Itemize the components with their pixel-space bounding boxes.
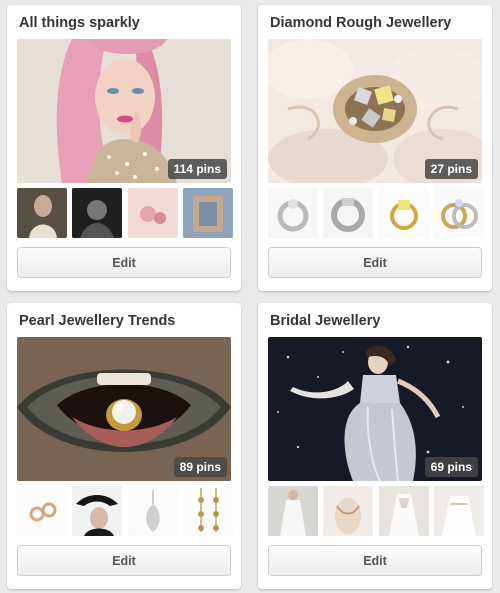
thumbnail-image[interactable]	[17, 486, 67, 536]
edit-board-button[interactable]: Edit	[268, 545, 482, 576]
board-cover-image[interactable]: 89 pins	[17, 337, 231, 481]
board-title[interactable]: All things sparkly	[19, 15, 140, 31]
thumbnail-image[interactable]	[268, 486, 318, 536]
board-cover-image[interactable]: 114 pins	[17, 39, 231, 183]
thumbnail-image[interactable]	[379, 188, 429, 238]
pin-count-badge: 27 pins	[424, 159, 478, 179]
thumbnail-image[interactable]	[183, 188, 233, 238]
board-card-bridal-jewellery[interactable]: Bridal Jewellery 69 pins Edit	[258, 303, 492, 589]
board-title[interactable]: Diamond Rough Jewellery	[270, 15, 451, 31]
board-card-all-things-sparkly[interactable]: All things sparkly 114 pins Edit	[7, 5, 241, 291]
thumbnail-image[interactable]	[17, 188, 67, 238]
board-card-diamond-rough-jewellery[interactable]: Diamond Rough Jewellery 27 pins Edit	[258, 5, 492, 291]
edit-board-button[interactable]: Edit	[17, 545, 231, 576]
thumbnail-image[interactable]	[434, 486, 484, 536]
board-cover-image[interactable]: 27 pins	[268, 39, 482, 183]
pin-count-badge: 69 pins	[424, 457, 478, 477]
thumbnail-row	[17, 486, 233, 538]
thumbnail-image[interactable]	[183, 486, 233, 536]
thumbnail-image[interactable]	[379, 486, 429, 536]
thumbnail-image[interactable]	[323, 486, 373, 536]
thumbnail-image[interactable]	[128, 486, 178, 536]
thumbnail-row	[17, 188, 233, 240]
thumbnail-image[interactable]	[268, 188, 318, 238]
thumbnail-image[interactable]	[128, 188, 178, 238]
thumbnail-image[interactable]	[434, 188, 484, 238]
thumbnail-image[interactable]	[72, 486, 122, 536]
edit-board-button[interactable]: Edit	[17, 247, 231, 278]
pin-count-badge: 114 pins	[167, 159, 227, 179]
edit-board-button[interactable]: Edit	[268, 247, 482, 278]
pin-count-badge: 89 pins	[173, 457, 227, 477]
board-card-pearl-jewellery-trends[interactable]: Pearl Jewellery Trends 89 pins Edit	[7, 303, 241, 589]
thumbnail-image[interactable]	[72, 188, 122, 238]
board-title[interactable]: Pearl Jewellery Trends	[19, 313, 175, 329]
board-title[interactable]: Bridal Jewellery	[270, 313, 380, 329]
thumbnail-row	[268, 188, 484, 240]
board-cover-image[interactable]: 69 pins	[268, 337, 482, 481]
thumbnail-image[interactable]	[323, 188, 373, 238]
thumbnail-row	[268, 486, 484, 538]
